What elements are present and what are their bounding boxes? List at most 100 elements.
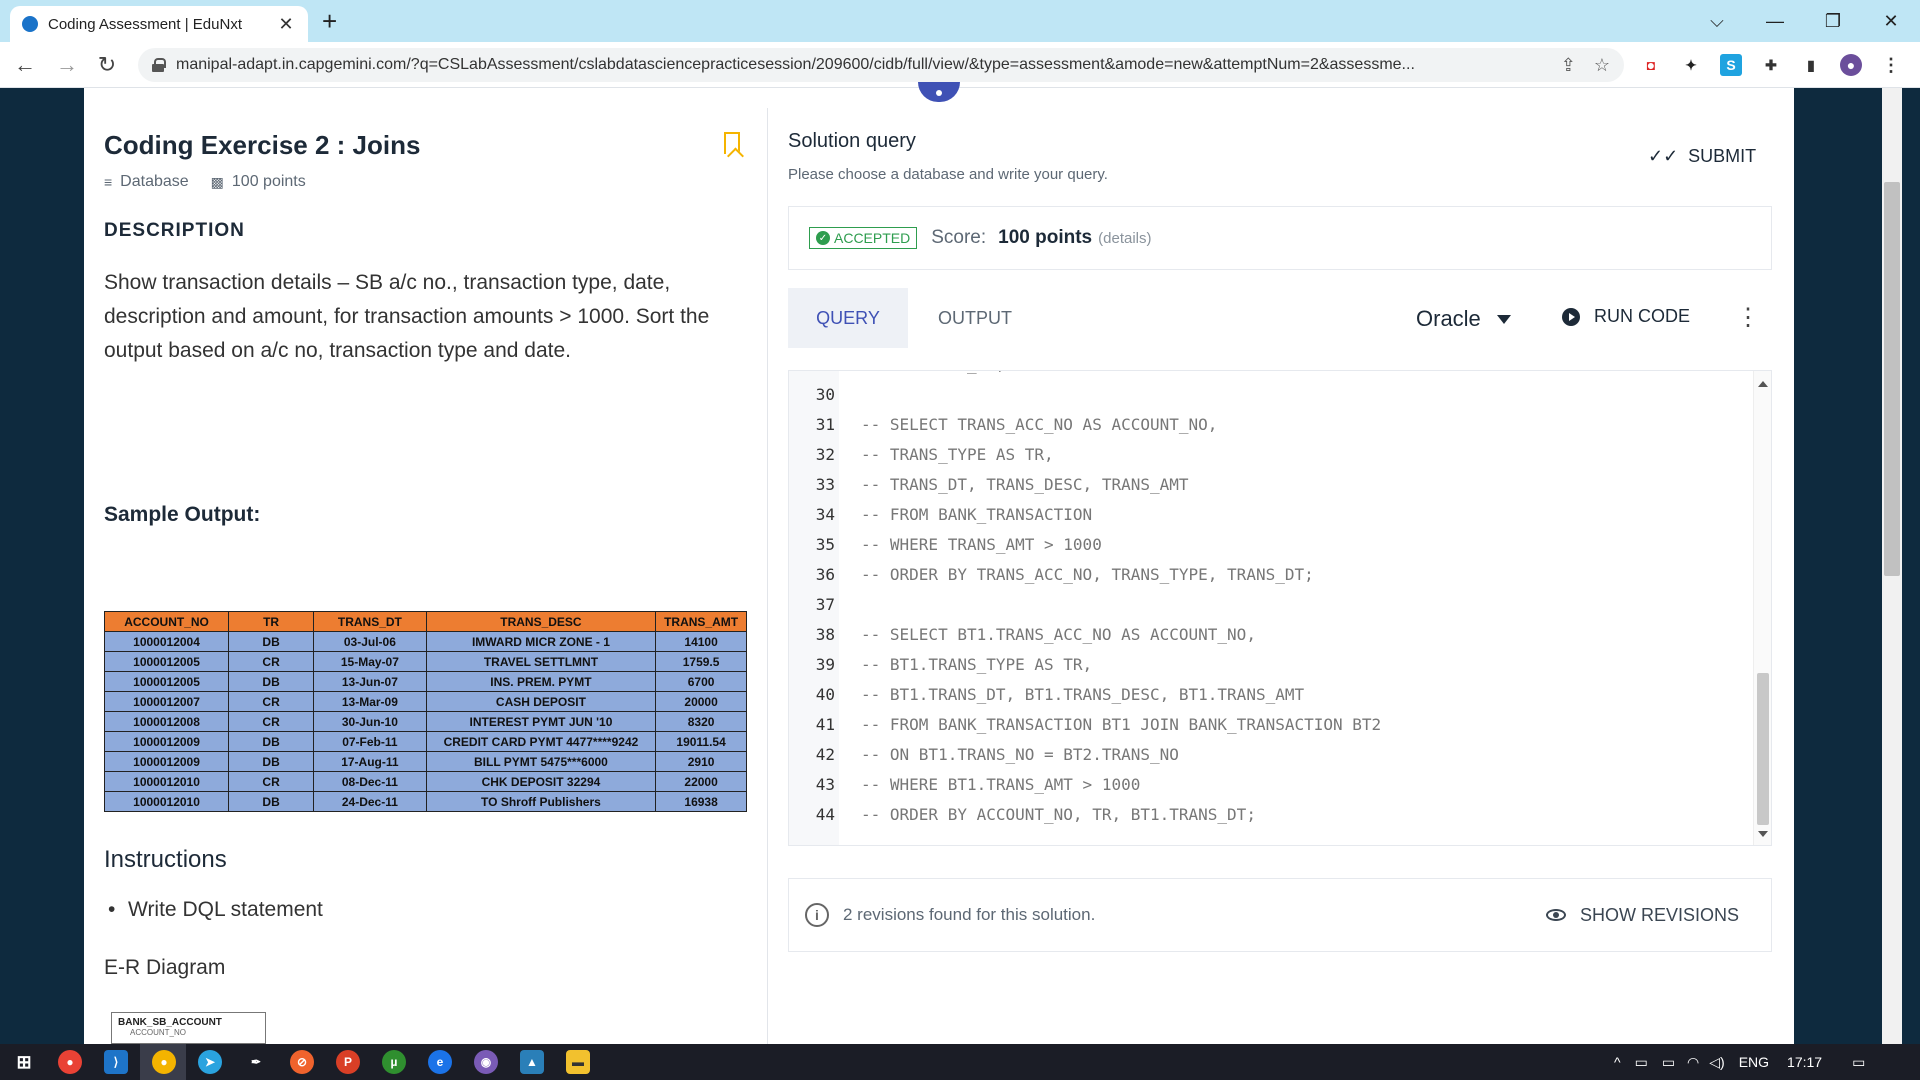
extension-pocket-icon[interactable]: ◘: [1640, 54, 1662, 76]
code-text[interactable]: -- ON BT1.TRANS_NO = BT2.TRANS_NO: [839, 745, 1179, 764]
tab-output[interactable]: OUTPUT: [938, 288, 1012, 348]
p-app-taskbar-icon[interactable]: P: [336, 1050, 360, 1074]
edunxt-favicon-icon: [22, 16, 38, 32]
panel-divider[interactable]: [767, 108, 768, 1044]
minimize-button[interactable]: —: [1746, 0, 1804, 42]
photos-taskbar-icon[interactable]: ▲: [520, 1050, 544, 1074]
wifi-icon[interactable]: ◠: [1687, 1054, 1699, 1071]
tab-query[interactable]: QUERY: [788, 288, 908, 348]
utorrent-taskbar-icon[interactable]: µ: [382, 1050, 406, 1074]
code-line[interactable]: 34 -- FROM BANK_TRANSACTION: [789, 499, 1092, 529]
restore-button[interactable]: ❐: [1804, 0, 1862, 42]
score-details-link[interactable]: (details): [1098, 230, 1151, 247]
code-text[interactable]: -- FROM BANK_TRANSACTION: [839, 505, 1092, 524]
code-text[interactable]: -- WHERE BT1.TRANS_AMT > 1000: [839, 775, 1140, 794]
code-line[interactable]: 37: [789, 589, 861, 619]
code-line[interactable]: 39 -- BT1.TRANS_TYPE AS TR,: [789, 649, 1092, 679]
browser-menu-icon[interactable]: ⋮: [1880, 54, 1902, 76]
extension-bat-icon[interactable]: ✦: [1680, 54, 1702, 76]
code-text[interactable]: -- WHERE TRANS_AMT > 1000: [839, 535, 1102, 554]
editor-scrollbar-thumb[interactable]: [1757, 673, 1769, 825]
back-button[interactable]: ←: [10, 50, 40, 80]
run-code-button[interactable]: RUN CODE: [1562, 306, 1690, 327]
table-cell: 1000012009: [103, 731, 230, 752]
browser-tab[interactable]: Coding Assessment | EduNxt ✕: [10, 6, 308, 42]
file-explorer-taskbar-icon[interactable]: ▬: [566, 1050, 590, 1074]
code-editor[interactable]: 29trans.trans_dt; 30 31-- SELECT TRANS_ACC…: [788, 370, 1772, 846]
close-tab-icon[interactable]: ✕: [276, 14, 296, 35]
code-line[interactable]: 43 -- WHERE BT1.TRANS_AMT > 1000: [789, 769, 1141, 799]
forward-button[interactable]: →: [52, 50, 82, 80]
code-line[interactable]: 44 -- ORDER BY ACCOUNT_NO, TR, BT1.TRANS_…: [789, 799, 1256, 829]
share-icon[interactable]: ⇪: [1561, 55, 1576, 76]
tray-device-icon[interactable]: ▭: [1635, 1054, 1648, 1071]
address-bar[interactable]: manipal-adapt.in.capgemini.com/?q=CSLabA…: [138, 48, 1624, 82]
code-text[interactable]: -- SELECT BT1.TRANS_ACC_NO AS ACCOUNT_NO…: [839, 625, 1256, 644]
show-revisions-button[interactable]: SHOW REVISIONS: [1545, 905, 1739, 926]
app-circle-taskbar-icon[interactable]: ◉: [474, 1050, 498, 1074]
code-line[interactable]: 31 -- SELECT TRANS_ACC_NO AS ACCOUNT_NO,: [789, 409, 1218, 439]
chrome-taskbar-icon[interactable]: ●: [58, 1050, 82, 1074]
extension-s-icon[interactable]: S: [1720, 54, 1742, 76]
code-text[interactable]: -- BT1.TRANS_TYPE AS TR,: [839, 655, 1092, 674]
profile-avatar[interactable]: ●: [1840, 54, 1862, 76]
column-header: TRANS_DT: [313, 611, 427, 632]
notifications-icon[interactable]: ▭: [1852, 1054, 1865, 1071]
clock[interactable]: 17:17: [1787, 1054, 1822, 1070]
volume-icon[interactable]: ◁): [1709, 1054, 1724, 1071]
chrome-active-taskbar-icon[interactable]: ●: [152, 1050, 176, 1074]
scroll-up-arrow-icon[interactable]: [1758, 381, 1768, 387]
extensions-puzzle-icon[interactable]: ✚: [1760, 54, 1782, 76]
more-options-icon[interactable]: ⋮: [1736, 306, 1760, 330]
tab-search-button[interactable]: ⌵: [1688, 0, 1746, 42]
scroll-down-arrow-icon[interactable]: [1758, 831, 1768, 837]
table-cell: 15-May-07: [313, 651, 427, 672]
sample-output-table: ACCOUNT_NO TR TRANS_DT TRANS_DESC TRANS_…: [103, 611, 747, 812]
reload-button[interactable]: ↻: [92, 50, 122, 80]
language-select[interactable]: Oracle: [1416, 306, 1511, 332]
language-indicator[interactable]: ENG: [1739, 1054, 1769, 1070]
bookmark-star-icon[interactable]: ☆: [1594, 55, 1610, 76]
table-cell: TO Shroff Publishers: [425, 791, 657, 812]
table-cell: 1000012005: [103, 671, 230, 692]
exercise-points: 100 points: [231, 173, 306, 190]
code-line[interactable]: 35 -- WHERE TRANS_AMT > 1000: [789, 529, 1102, 559]
bookmark-icon[interactable]: [724, 132, 740, 154]
code-text[interactable]: -- SELECT TRANS_ACC_NO AS ACCOUNT_NO,: [839, 415, 1217, 434]
code-text[interactable]: -- ORDER BY ACCOUNT_NO, TR, BT1.TRANS_DT…: [839, 805, 1256, 824]
code-text[interactable]: -- TRANS_TYPE AS TR,: [839, 445, 1054, 464]
tray-expand-icon[interactable]: ^: [1614, 1054, 1621, 1070]
submit-button[interactable]: ✓✓ SUBMIT: [1648, 146, 1756, 167]
side-panel-icon[interactable]: ▮: [1800, 54, 1822, 76]
code-line[interactable]: 29trans.trans_dt;: [789, 371, 1006, 379]
code-line[interactable]: 33 -- TRANS_DT, TRANS_DESC, TRANS_AMT: [789, 469, 1189, 499]
code-text[interactable]: -- ORDER BY TRANS_ACC_NO, TRANS_TYPE, TR…: [839, 565, 1314, 584]
table-cell: 03-Jul-06: [313, 631, 427, 652]
code-line[interactable]: 40 -- BT1.TRANS_DT, BT1.TRANS_DESC, BT1.T…: [789, 679, 1304, 709]
table-row: 1000012010 DB 24-Dec-11 TO Shroff Publisher…: [103, 791, 747, 812]
page-scrollbar-thumb[interactable]: [1884, 182, 1900, 576]
code-line[interactable]: 38 -- SELECT BT1.TRANS_ACC_NO AS ACCOUNT_…: [789, 619, 1256, 649]
code-text[interactable]: -- TRANS_DT, TRANS_DESC, TRANS_AMT: [839, 475, 1189, 494]
battery-icon[interactable]: ▭: [1662, 1054, 1675, 1071]
vscode-taskbar-icon[interactable]: ⟩: [104, 1050, 128, 1074]
code-line[interactable]: 36 -- ORDER BY TRANS_ACC_NO, TRANS_TYPE, …: [789, 559, 1314, 589]
table-cell: 14100: [655, 631, 747, 652]
new-tab-button[interactable]: +: [322, 6, 337, 36]
postman-taskbar-icon[interactable]: ⊘: [290, 1050, 314, 1074]
code-line[interactable]: 41 -- FROM BANK_TRANSACTION BT1 JOIN BANK…: [789, 709, 1381, 739]
windows-start-icon[interactable]: ⊞: [12, 1050, 36, 1074]
points-icon: ▩: [210, 173, 224, 190]
close-window-button[interactable]: ✕: [1862, 0, 1920, 42]
code-line[interactable]: 32 -- TRANS_TYPE AS TR,: [789, 439, 1054, 469]
table-cell: DB: [228, 751, 315, 772]
telegram-taskbar-icon[interactable]: ➤: [198, 1050, 222, 1074]
code-line[interactable]: 30: [789, 379, 861, 409]
code-line[interactable]: 42 -- ON BT1.TRANS_NO = BT2.TRANS_NO: [789, 739, 1179, 769]
code-text[interactable]: -- BT1.TRANS_DT, BT1.TRANS_DESC, BT1.TRA…: [839, 685, 1304, 704]
line-number: 43: [815, 774, 835, 794]
code-text[interactable]: -- FROM BANK_TRANSACTION BT1 JOIN BANK_T…: [839, 715, 1381, 734]
app-taskbar-icon[interactable]: ✒: [244, 1050, 268, 1074]
edge-taskbar-icon[interactable]: e: [428, 1050, 452, 1074]
code-text[interactable]: trans.trans_dt;: [839, 371, 1006, 374]
